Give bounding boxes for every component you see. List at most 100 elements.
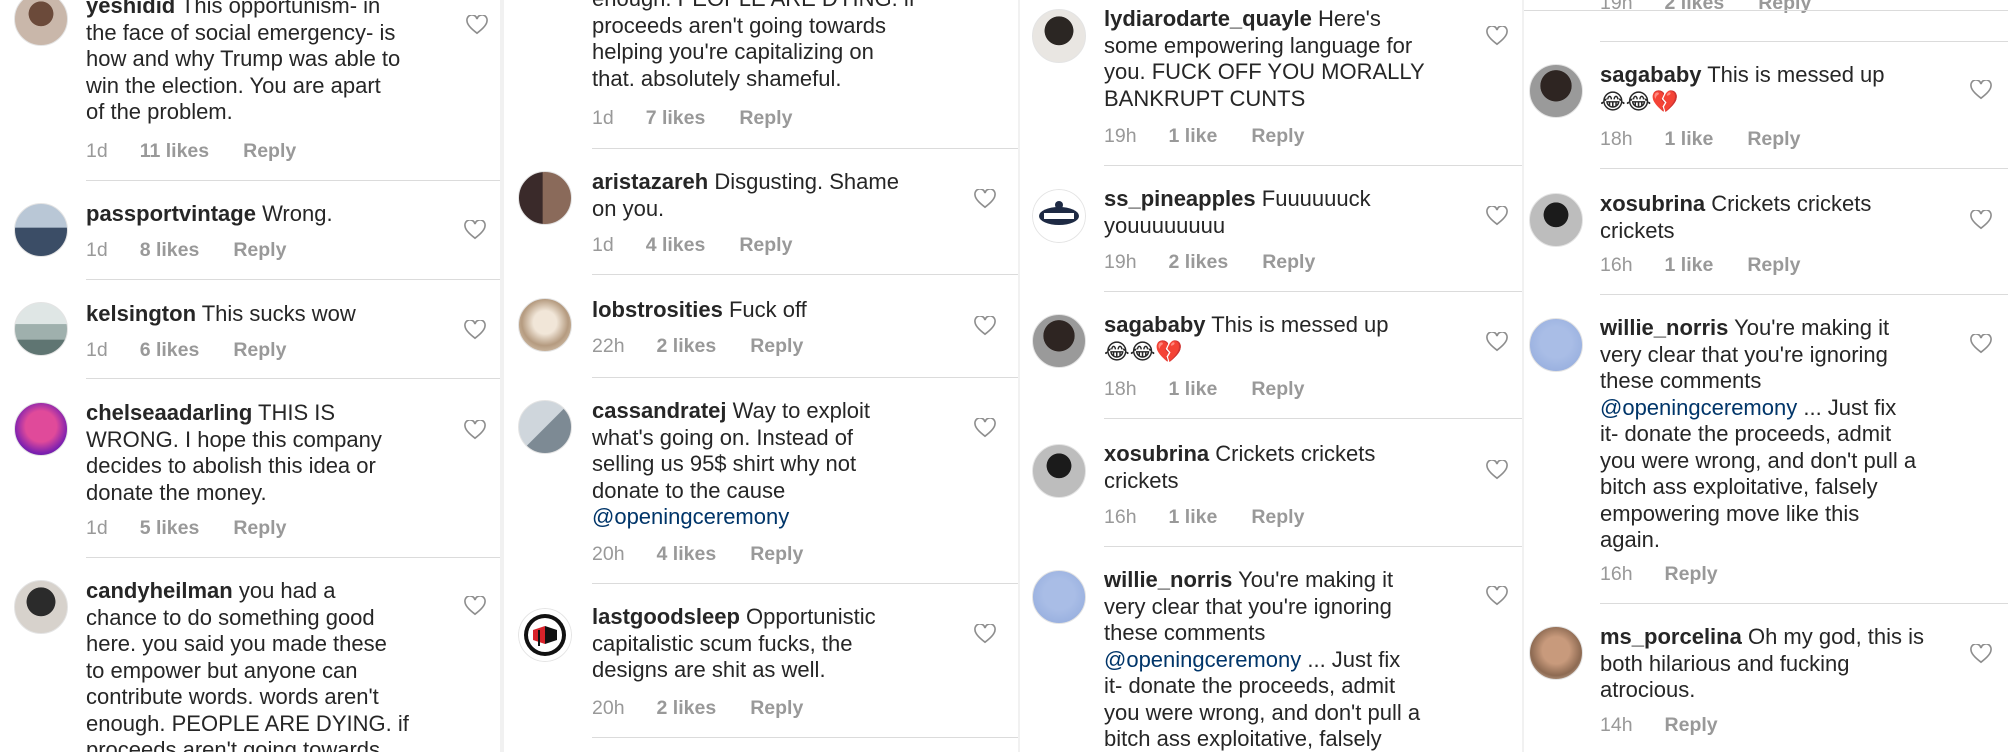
reply-button[interactable]: Reply [750,543,803,565]
heart-icon[interactable] [1486,586,1508,606]
user-avatar[interactable] [14,302,68,356]
heart-icon[interactable] [1970,644,1992,664]
reply-button[interactable]: Reply [1251,378,1304,400]
username[interactable]: candyheilman [86,578,233,603]
comment-meta: 14h Reply [1600,714,1752,737]
username[interactable]: willie_norris [1600,315,1728,340]
likes-count[interactable]: 5 likes [140,517,200,539]
reply-button[interactable]: Reply [243,140,296,162]
user-avatar[interactable] [1529,626,1583,680]
likes-count[interactable]: 11 likes [140,140,209,162]
reply-button[interactable]: Reply [739,107,792,129]
heart-icon[interactable] [974,418,996,438]
user-avatar[interactable] [14,203,68,257]
user-avatar[interactable] [1529,318,1583,372]
heart-icon[interactable] [1486,206,1508,226]
separator [1600,603,2008,604]
likes-count[interactable]: 1 like [1169,506,1218,528]
heart-icon[interactable] [974,624,996,644]
user-avatar[interactable] [1032,9,1086,63]
username[interactable]: lobstrosities [592,297,723,322]
likes-count[interactable]: 4 likes [646,234,706,256]
user-avatar[interactable] [14,0,68,46]
heart-icon[interactable] [464,220,486,240]
comment-meta: 16h 1 like Reply [1600,254,1834,277]
user-avatar[interactable] [1032,570,1086,624]
separator [1600,41,2008,42]
username[interactable]: sagababy [1104,312,1206,337]
likes-count[interactable]: 2 likes [1169,251,1229,273]
comment-time: 16h [1104,506,1137,528]
username[interactable]: passportvintage [86,201,256,226]
heart-icon[interactable] [1486,460,1508,480]
username[interactable]: lastgoodsleep [592,604,740,629]
username[interactable]: aristazareh [592,169,708,194]
reply-button[interactable]: Reply [1665,563,1718,585]
reply-button[interactable]: Reply [1747,254,1800,276]
reply-button[interactable]: Reply [750,335,803,357]
user-avatar[interactable] [1529,64,1583,118]
likes-count[interactable]: 4 likes [657,543,717,565]
username[interactable]: chelseaadarling [86,400,252,425]
username[interactable]: xosubrina [1104,441,1209,466]
reply-button[interactable]: Reply [233,339,286,361]
reply-button[interactable]: Reply [1262,251,1315,273]
heart-icon[interactable] [464,320,486,340]
username[interactable]: willie_norris [1104,567,1232,592]
likes-count[interactable]: 7 likes [646,107,706,129]
username[interactable]: xosubrina [1600,191,1705,216]
reply-button[interactable]: Reply [1665,714,1718,736]
heart-icon[interactable] [464,420,486,440]
heart-icon[interactable] [974,316,996,336]
user-avatar[interactable] [14,402,68,456]
separator [86,557,500,558]
heart-icon[interactable] [466,15,488,35]
separator [592,737,1018,738]
reply-button[interactable]: Reply [233,239,286,261]
reply-button[interactable]: Reply [1251,125,1304,147]
username[interactable]: kelsington [86,301,196,326]
antifa-flag-icon[interactable] [518,608,572,662]
likes-count[interactable]: 6 likes [140,339,200,361]
user-avatar[interactable] [1529,193,1583,247]
comment-meta: 19h 2 likes Reply [1104,251,1349,274]
username[interactable]: cassandratej [592,398,727,423]
likes-count[interactable]: 1 like [1169,378,1218,400]
likes-count[interactable]: 8 likes [140,239,200,261]
comments-panel-2: enough. PEOPLE ARE DYING. if proceeds ar… [504,0,1018,752]
username[interactable]: yeshidid [86,0,175,18]
likes-count[interactable]: 1 like [1665,128,1714,150]
reply-button[interactable]: Reply [750,697,803,719]
user-avatar[interactable] [1032,314,1086,368]
username[interactable]: ms_porcelina [1600,624,1742,649]
likes-count[interactable]: 1 like [1665,254,1714,276]
user-avatar[interactable] [518,171,572,225]
likes-count[interactable]: 2 likes [657,335,717,357]
reply-button[interactable]: Reply [233,517,286,539]
heart-icon[interactable] [1970,80,1992,100]
likes-count[interactable]: 1 like [1169,125,1218,147]
heart-icon[interactable] [1486,332,1508,352]
user-avatar[interactable] [518,298,572,352]
user-avatar[interactable] [14,580,68,634]
logo-avatar[interactable] [1032,189,1086,243]
user-avatar[interactable] [518,400,572,454]
reply-button[interactable]: Reply [739,234,792,256]
likes-count[interactable]: 2 likes [657,697,717,719]
username[interactable]: ss_pineapples [1104,186,1256,211]
reply-button[interactable]: Reply [1251,506,1304,528]
username[interactable]: lydiarodarte_quayle [1104,6,1312,31]
user-avatar[interactable] [1032,444,1086,498]
mention-link[interactable]: @openingceremony [1104,647,1301,672]
heart-icon[interactable] [1970,334,1992,354]
heart-icon[interactable] [974,189,996,209]
reply-button[interactable]: Reply [1758,0,1811,14]
username[interactable]: sagababy [1600,62,1702,87]
heart-icon[interactable] [1970,210,1992,230]
heart-icon[interactable] [1486,26,1508,46]
mention-link[interactable]: @openingceremony [592,504,789,529]
likes-count[interactable]: 2 likes [1665,0,1725,14]
heart-icon[interactable] [464,596,486,616]
mention-link[interactable]: @openingceremony [1600,395,1797,420]
reply-button[interactable]: Reply [1747,128,1800,150]
